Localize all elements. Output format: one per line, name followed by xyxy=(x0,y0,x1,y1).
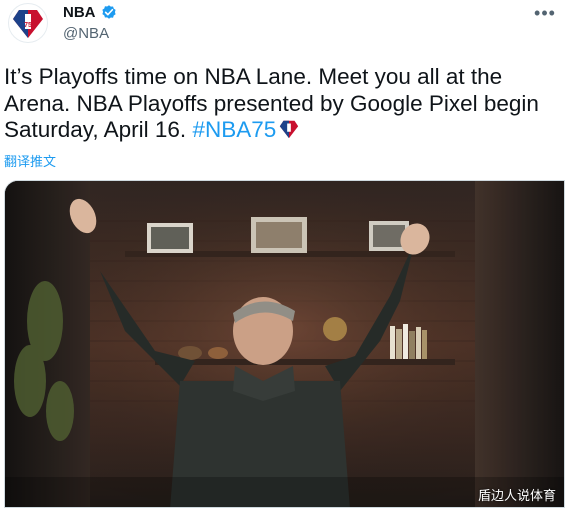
display-name[interactable]: NBA xyxy=(63,4,96,21)
verified-badge-icon xyxy=(101,5,116,19)
author-name-row: NBA xyxy=(63,3,118,21)
nba75-diamond-emoji-icon xyxy=(280,120,299,139)
user-handle[interactable]: @NBA xyxy=(63,25,109,42)
video-frame-image xyxy=(5,181,564,507)
svg-text:75: 75 xyxy=(24,22,32,29)
nba-75th-logo-icon: 75 xyxy=(13,10,43,38)
more-options-button[interactable]: ••• xyxy=(531,2,559,24)
tweet-media-video[interactable]: 盾边人说体育 xyxy=(4,180,565,508)
tweet-text: It’s Playoffs time on NBA Lane. Meet you… xyxy=(4,64,559,144)
video-watermark: 盾边人说体育 xyxy=(477,489,556,504)
translate-tweet-link[interactable]: 翻译推文 xyxy=(4,151,56,170)
avatar[interactable]: 75 xyxy=(8,3,48,43)
hashtag-link[interactable]: #NBA75 xyxy=(192,117,276,142)
more-dots-icon: ••• xyxy=(534,2,556,23)
